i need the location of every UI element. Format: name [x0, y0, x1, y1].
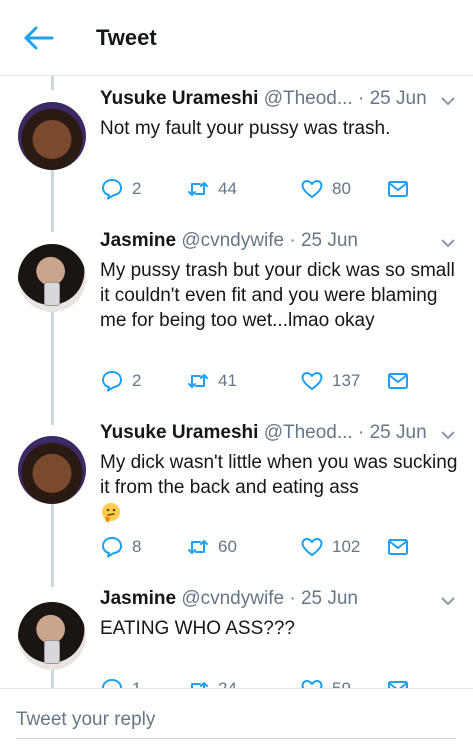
retweet-count: 44	[218, 179, 237, 198]
reply-button[interactable]: 2	[100, 368, 141, 394]
page-title: Tweet	[96, 25, 157, 50]
display-name[interactable]: Yusuke Urameshi	[100, 88, 258, 109]
back-arrow-icon[interactable]	[22, 24, 54, 52]
retweet-count: 41	[218, 371, 237, 390]
chevron-down-icon[interactable]	[439, 592, 457, 610]
tweet-header: Yusuke Urameshi @Theod... · 25 Jun	[100, 422, 427, 444]
separator: ·	[289, 588, 296, 609]
reply-icon	[102, 371, 122, 392]
heart-icon	[301, 372, 323, 390]
tweet[interactable]: Yusuke Urameshi @Theod... · 25 Jun My di…	[0, 422, 473, 584]
tweet-header: Jasmine @cvndywife · 25 Jun	[100, 230, 358, 252]
timestamp[interactable]: 25 Jun	[301, 588, 358, 609]
display-name[interactable]: Jasmine	[100, 588, 176, 609]
tweet-text: My dick wasn't little when you was sucki…	[100, 452, 458, 498]
chevron-down-icon[interactable]	[439, 92, 457, 110]
like-button[interactable]: 137	[300, 368, 360, 394]
phone-in-photo	[44, 640, 60, 664]
mail-icon	[388, 539, 408, 555]
avatar[interactable]	[18, 602, 86, 670]
display-name[interactable]: Jasmine	[100, 230, 176, 251]
reply-icon	[102, 537, 122, 558]
tweet-header: Jasmine @cvndywife · 25 Jun	[100, 588, 358, 610]
tweet[interactable]: Yusuke Urameshi @Theod... · 25 Jun Not m…	[0, 88, 473, 228]
chevron-down-icon[interactable]	[439, 426, 457, 444]
like-count: 80	[332, 179, 351, 198]
chevron-down-icon[interactable]	[439, 234, 457, 252]
retweet-icon	[188, 374, 208, 388]
avatar[interactable]	[18, 102, 86, 170]
reply-count: 8	[132, 537, 142, 556]
retweet-count: 60	[218, 537, 237, 556]
mail-icon	[388, 373, 408, 389]
like-count: 102	[332, 537, 361, 556]
phone-in-photo	[44, 282, 60, 306]
tweet-text-block: My dick wasn't little when you was sucki…	[100, 450, 460, 525]
direct-message-button[interactable]	[386, 176, 410, 202]
retweet-button[interactable]: 44	[186, 176, 237, 202]
avatar[interactable]	[18, 244, 86, 312]
heart-icon	[301, 180, 323, 198]
reply-button[interactable]: 8	[100, 534, 141, 560]
tweet[interactable]: Jasmine @cvndywife · 25 Jun EATING WHO A…	[0, 588, 473, 700]
reply-count: 2	[132, 179, 142, 198]
separator: ·	[289, 230, 296, 251]
retweet-icon	[188, 182, 208, 196]
reply-composer	[0, 688, 473, 750]
tweet-text: EATING WHO ASS???	[100, 618, 295, 639]
timestamp[interactable]: 25 Jun	[370, 88, 427, 109]
direct-message-button[interactable]	[386, 368, 410, 394]
heart-icon	[301, 538, 323, 556]
top-app-bar: Tweet	[0, 0, 473, 76]
reply-button[interactable]: 2	[100, 176, 141, 202]
thinking-face-emoji-icon	[102, 502, 120, 523]
tweet-actions: 2 44 80	[100, 176, 420, 202]
username[interactable]: @Theod...	[264, 422, 353, 443]
retweet-icon	[188, 540, 208, 554]
username[interactable]: @Theod...	[264, 88, 353, 109]
tweet-text: My pussy trash but your dick was so smal…	[100, 260, 455, 331]
tweet-header: Yusuke Urameshi @Theod... · 25 Jun	[100, 88, 427, 110]
display-name[interactable]: Yusuke Urameshi	[100, 422, 258, 443]
reply-count: 2	[132, 371, 142, 390]
username[interactable]: @cvndywife	[181, 588, 284, 609]
retweet-button[interactable]: 41	[186, 368, 237, 394]
tweet-text: Not my fault your pussy was trash.	[100, 118, 391, 139]
tweet-actions: 8 60 102	[100, 534, 420, 560]
timestamp[interactable]: 25 Jun	[370, 422, 427, 443]
retweet-button[interactable]: 60	[186, 534, 237, 560]
like-button[interactable]: 80	[300, 176, 351, 202]
like-count: 137	[332, 371, 361, 390]
reply-input[interactable]	[16, 701, 456, 739]
username[interactable]: @cvndywife	[181, 230, 284, 251]
separator: ·	[357, 88, 365, 109]
timestamp[interactable]: 25 Jun	[301, 230, 358, 251]
separator: ·	[357, 422, 365, 443]
like-button[interactable]: 102	[300, 534, 360, 560]
direct-message-button[interactable]	[386, 534, 410, 560]
avatar[interactable]	[18, 436, 86, 504]
reply-icon	[102, 179, 122, 200]
tweet-actions: 2 41 137	[100, 368, 420, 394]
mail-icon	[388, 181, 408, 197]
tweet[interactable]: Jasmine @cvndywife · 25 Jun My pussy tra…	[0, 230, 473, 420]
